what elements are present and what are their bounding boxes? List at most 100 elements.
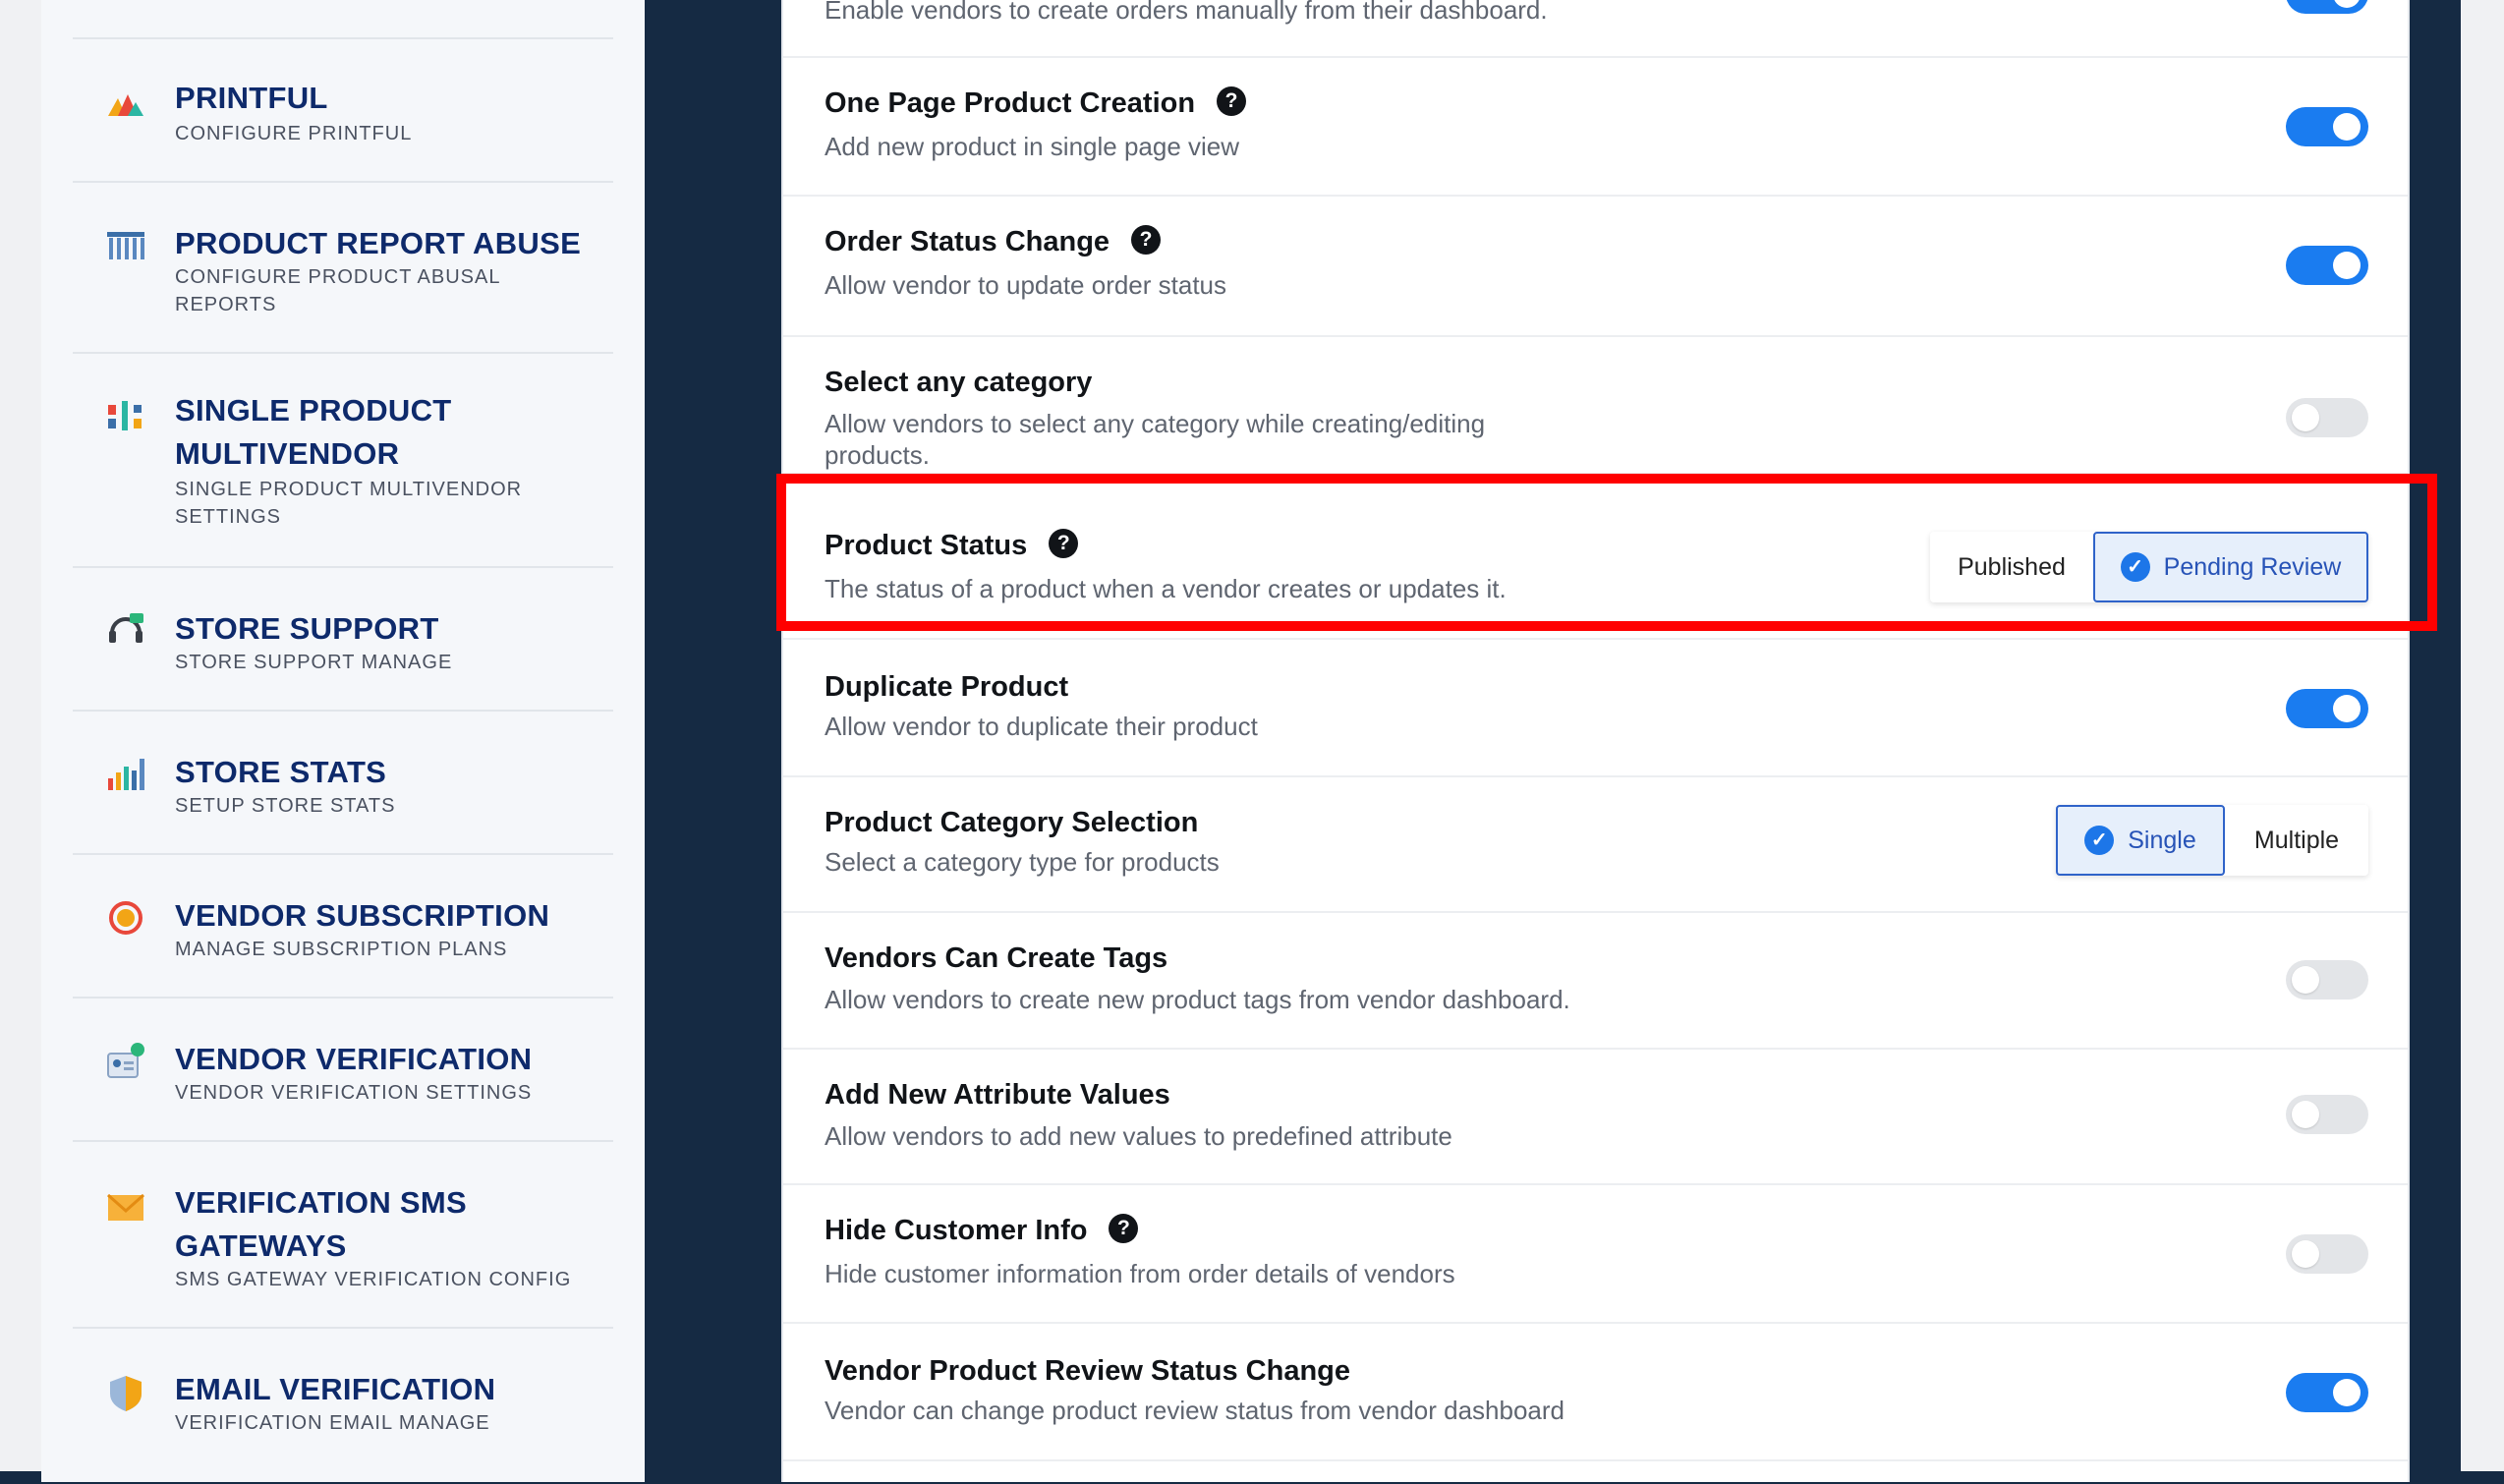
category-type-selector: ✓ Single Multiple [2056, 805, 2368, 876]
setting-description: Allow vendor to update order status [825, 270, 1227, 300]
toggle-knob [2292, 1101, 2319, 1128]
settings-row-hide-customer-info: Hide Customer Info? Hide customer inform… [783, 1183, 2408, 1324]
printful-logo-icon [108, 94, 143, 116]
sidebar-item-title: VENDOR VERIFICATION [175, 1042, 533, 1076]
toggle-knob [2333, 695, 2361, 722]
outer-right-gutter [2461, 0, 2504, 1471]
setting-title: Vendor Product Review Status Change [825, 1355, 1350, 1387]
outer-left-gutter [0, 0, 41, 1471]
setting-title: Product Category Selection [825, 807, 1199, 838]
setting-toggle[interactable] [2286, 107, 2368, 146]
envelope-icon [107, 1193, 144, 1221]
setting-title: Order Status Change? [825, 222, 1162, 261]
setting-description: Vendor can change product review status … [825, 1396, 1565, 1425]
multivendor-icon [108, 401, 142, 430]
sidebar-item-subtitle: STORE SUPPORT MANAGE [175, 652, 453, 673]
setting-title: One Page Product Creation? [825, 84, 1247, 123]
sidebar-item-subtitle: SETTINGS [175, 506, 282, 528]
setting-description: Hide customer information from order det… [825, 1259, 1455, 1288]
sidebar-item-subtitle: SETUP STORE STATS [175, 795, 396, 817]
settings-row-add-new-attribute-values: Add New Attribute Values Allow vendors t… [783, 1048, 2408, 1185]
toggle-knob [2292, 966, 2319, 994]
settings-row-vendors-can-create-tags: Vendors Can Create Tags Allow vendors to… [783, 911, 2408, 1050]
sidebar-item-title: PRODUCT REPORT ABUSE [175, 226, 582, 260]
sidebar-item-subtitle: CONFIGURE PRINTFUL [175, 123, 413, 144]
setting-title: Duplicate Product [825, 671, 1069, 703]
report-abuse-icon [107, 232, 144, 259]
sidebar-item-title: PRINTFUL [175, 81, 328, 115]
setting-title: Hide Customer Info? [825, 1211, 1139, 1250]
toggle-knob [2292, 1240, 2319, 1268]
headset-icon [109, 613, 143, 643]
setting-toggle[interactable] [2286, 398, 2368, 437]
setting-description: Add new product in single page view [825, 132, 1240, 161]
help-icon[interactable]: ? [1131, 225, 1162, 256]
toggle-knob [2333, 113, 2361, 141]
settings-row-duplicate-product: Duplicate Product Allow vendor to duplic… [783, 638, 2408, 777]
sidebar-item-subtitle: VERIFICATION EMAIL MANAGE [175, 1412, 490, 1434]
sidebar-item-store-stats[interactable]: STORE STATS SETUP STORE STATS [73, 710, 613, 855]
check-circle-icon: ✓ [2084, 826, 2115, 855]
subscription-icon [109, 901, 142, 935]
setting-description: Allow vendors to select any category whi… [825, 409, 1486, 470]
setting-toggle[interactable] [2286, 1373, 2368, 1412]
shield-icon [110, 1376, 142, 1411]
sidebar-item-verification-sms-gateways[interactable]: VERIFICATION SMS GATEWAYS SMS GATEWAY VE… [73, 1140, 613, 1329]
sidebar-item-product-report-abuse[interactable]: PRODUCT REPORT ABUSE CONFIGURE PRODUCT A… [73, 181, 613, 354]
sidebar-item-subtitle: CONFIGURE PRODUCT ABUSAL [175, 266, 501, 288]
sidebar-item-subtitle: MANAGE SUBSCRIPTION PLANS [175, 939, 508, 960]
sidebar-item-single-product-multivendor[interactable]: SINGLE PRODUCT MULTIVENDOR SINGLE PRODUC… [73, 352, 613, 568]
sidebar-item-vendor-verification[interactable]: VENDOR VERIFICATION VENDOR VERIFICATION … [73, 997, 613, 1142]
sidebar-item-store-support[interactable]: STORE SUPPORT STORE SUPPORT MANAGE [73, 566, 613, 712]
settings-panel: Enable vendors to create orders manually… [781, 0, 2410, 1482]
sidebar-item-title: STORE STATS [175, 755, 387, 789]
sidebar-item-vendor-subscription[interactable]: VENDOR SUBSCRIPTION MANAGE SUBSCRIPTION … [73, 853, 613, 999]
id-card-check-icon [107, 1043, 144, 1078]
option-label: Single [2128, 826, 2196, 854]
bar-chart-icon [108, 759, 144, 790]
sidebar-item-printful[interactable]: PRINTFUL CONFIGURE PRINTFUL [73, 37, 613, 183]
sidebar-item-subtitle: REPORTS [175, 294, 277, 315]
settings-row-one-page-product-creation: One Page Product Creation? Add new produ… [783, 56, 2408, 197]
setting-toggle[interactable] [2286, 246, 2368, 285]
sidebar-item-email-verification[interactable]: EMAIL VERIFICATION VERIFICATION EMAIL MA… [73, 1327, 613, 1484]
setting-toggle[interactable] [2286, 689, 2368, 728]
option-single[interactable]: ✓ Single [2056, 805, 2225, 876]
toggle-knob [2333, 0, 2361, 8]
setting-title: Add New Attribute Values [825, 1079, 1170, 1111]
settings-row-product-category-selection: Product Category Selection Select a cate… [783, 775, 2408, 913]
setting-description: Enable vendors to create orders manually… [825, 0, 1548, 25]
sidebar-item-subtitle: VENDOR VERIFICATION SETTINGS [175, 1082, 533, 1104]
sidebar-item-title: VERIFICATION SMS [175, 1185, 468, 1220]
setting-description: Allow vendors to add new values to prede… [825, 1121, 1452, 1151]
setting-toggle[interactable] [2286, 0, 2368, 14]
settings-row-vendor-product-review-status-change: Vendor Product Review Status Change Vend… [783, 1322, 2408, 1461]
sidebar-item-title: SINGLE PRODUCT [175, 393, 452, 428]
sidebar-item-subtitle: SINGLE PRODUCT MULTIVENDOR [175, 479, 523, 500]
sidebar-item-title: GATEWAYS [175, 1228, 347, 1263]
setting-description: Allow vendors to create new product tags… [825, 985, 1570, 1014]
setting-description: Allow vendor to duplicate their product [825, 712, 1258, 741]
setting-toggle[interactable] [2286, 1234, 2368, 1274]
sidebar-item-title: EMAIL VERIFICATION [175, 1372, 496, 1406]
sidebar: PRINTFUL CONFIGURE PRINTFUL PRODUCT REPO… [41, 0, 645, 1482]
settings-row-manual-orders: Enable vendors to create orders manually… [783, 0, 2408, 58]
help-icon[interactable]: ? [1217, 86, 1247, 117]
option-multiple[interactable]: Multiple [2225, 805, 2368, 876]
sidebar-item-title: VENDOR SUBSCRIPTION [175, 898, 550, 933]
setting-description: Select a category type for products [825, 847, 1220, 877]
settings-row-order-status-change: Order Status Change? Allow vendor to upd… [783, 195, 2408, 337]
sidebar-item-title: STORE SUPPORT [175, 611, 439, 646]
toggle-knob [2333, 252, 2361, 279]
help-icon[interactable]: ? [1109, 1214, 1139, 1244]
setting-toggle[interactable] [2286, 960, 2368, 999]
highlight-box [776, 474, 2437, 631]
settings-row-select-any-category: Select any category Allow vendors to sel… [783, 335, 2408, 475]
sidebar-item-subtitle: SMS GATEWAY VERIFICATION CONFIG [175, 1269, 572, 1290]
setting-title: Vendors Can Create Tags [825, 942, 1168, 974]
setting-toggle[interactable] [2286, 1095, 2368, 1134]
toggle-knob [2333, 1379, 2361, 1406]
toggle-knob [2292, 404, 2319, 431]
setting-title: Select any category [825, 367, 1093, 398]
sidebar-item-title: MULTIVENDOR [175, 436, 400, 471]
